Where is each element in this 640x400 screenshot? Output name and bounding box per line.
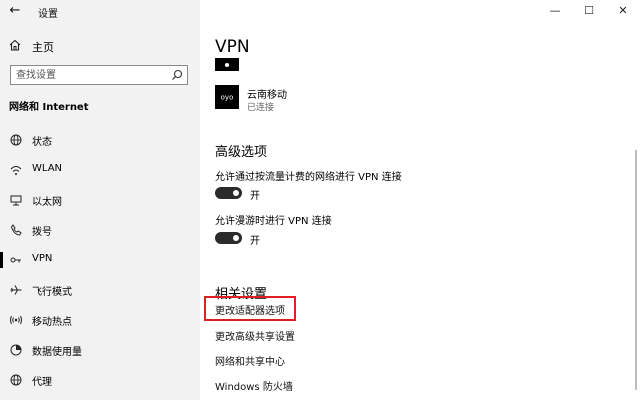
sidebar-item-proxy[interactable]: 代理 (0, 369, 200, 391)
page-title: VPN (215, 37, 250, 57)
scrollbar[interactable] (635, 150, 637, 390)
section-title: 网络和 Internet (9, 102, 89, 113)
vpn-connection-name: 云南移动 (247, 90, 287, 101)
wifi-icon (10, 166, 22, 175)
vpn-connection-status: 已连接 (247, 103, 275, 113)
roaming-vpn-toggle[interactable] (215, 232, 242, 244)
data-usage-icon (10, 344, 22, 356)
airplane-icon (10, 285, 22, 295)
maximize-button[interactable]: ☐ (572, 0, 606, 22)
back-arrow-icon[interactable]: ← (6, 2, 24, 20)
metered-vpn-label: 允许通过按流量计费的网络进行 VPN 连接 (215, 172, 402, 183)
sidebar-item-ethernet[interactable]: 以太网 (0, 189, 200, 211)
link-advanced-sharing[interactable]: 更改高级共享设置 (215, 328, 295, 343)
sidebar-item-wlan[interactable]: WLAN (0, 159, 200, 181)
sidebar-item-label: 以太网 (32, 197, 62, 208)
sidebar: ← 设置 主页 网络和 Internet 状态 WLAN (0, 0, 200, 400)
home-button[interactable]: 主页 (0, 36, 200, 56)
toggle-knob (233, 190, 239, 196)
sidebar-item-label: 状态 (32, 137, 52, 148)
sidebar-item-label: 代理 (32, 377, 52, 388)
link-network-sharing-center[interactable]: 网络和共享中心 (215, 353, 285, 368)
sidebar-item-label: 数据使用量 (32, 347, 82, 358)
sidebar-item-hotspot[interactable]: 移动热点 (0, 309, 200, 331)
title-bar: ← 设置 (0, 0, 200, 22)
sidebar-item-label: 飞行模式 (32, 287, 72, 298)
sidebar-item-label: 移动热点 (32, 317, 72, 328)
toggle-knob (233, 235, 239, 241)
vpn-connection-icon[interactable] (215, 58, 239, 71)
home-icon (9, 39, 21, 51)
search-icon[interactable] (171, 69, 183, 81)
minimize-button[interactable]: — (538, 0, 572, 22)
main-panel: — ☐ ✕ VPN oyo 云南移动 已连接 高级选项 允许通过按流量计费的网络… (200, 0, 640, 400)
sidebar-item-airplane[interactable]: 飞行模式 (0, 279, 200, 301)
globe-icon (10, 374, 22, 386)
ethernet-icon (10, 195, 22, 206)
sidebar-item-status[interactable]: 状态 (0, 129, 200, 151)
link-windows-firewall[interactable]: Windows 防火墙 (215, 378, 293, 393)
globe-icon (10, 134, 22, 146)
vpn-connection-icon: oyo (215, 85, 239, 109)
sidebar-item-label: VPN (32, 253, 53, 264)
advanced-options-heading: 高级选项 (215, 145, 268, 160)
phone-icon (10, 224, 22, 236)
highlight-box (204, 296, 296, 321)
sidebar-item-label: WLAN (32, 163, 63, 174)
sidebar-item-label: 拨号 (32, 227, 52, 238)
sidebar-item-dialup[interactable]: 拨号 (0, 219, 200, 241)
close-button[interactable]: ✕ (606, 0, 640, 22)
metered-vpn-toggle[interactable] (215, 187, 242, 199)
home-label: 主页 (32, 41, 54, 54)
search-input[interactable] (16, 68, 166, 82)
metered-vpn-state: 开 (250, 191, 260, 202)
search-box[interactable] (10, 65, 188, 85)
roaming-vpn-label: 允许漫游时进行 VPN 连接 (215, 216, 332, 227)
sidebar-item-vpn[interactable]: VPN (0, 249, 200, 271)
vpn-icon (10, 257, 21, 263)
svg-text:oyo: oyo (221, 94, 234, 102)
sidebar-item-data-usage[interactable]: 数据使用量 (0, 339, 200, 361)
hotspot-icon (10, 315, 22, 325)
roaming-vpn-state: 开 (250, 236, 260, 247)
window-title: 设置 (38, 9, 58, 20)
